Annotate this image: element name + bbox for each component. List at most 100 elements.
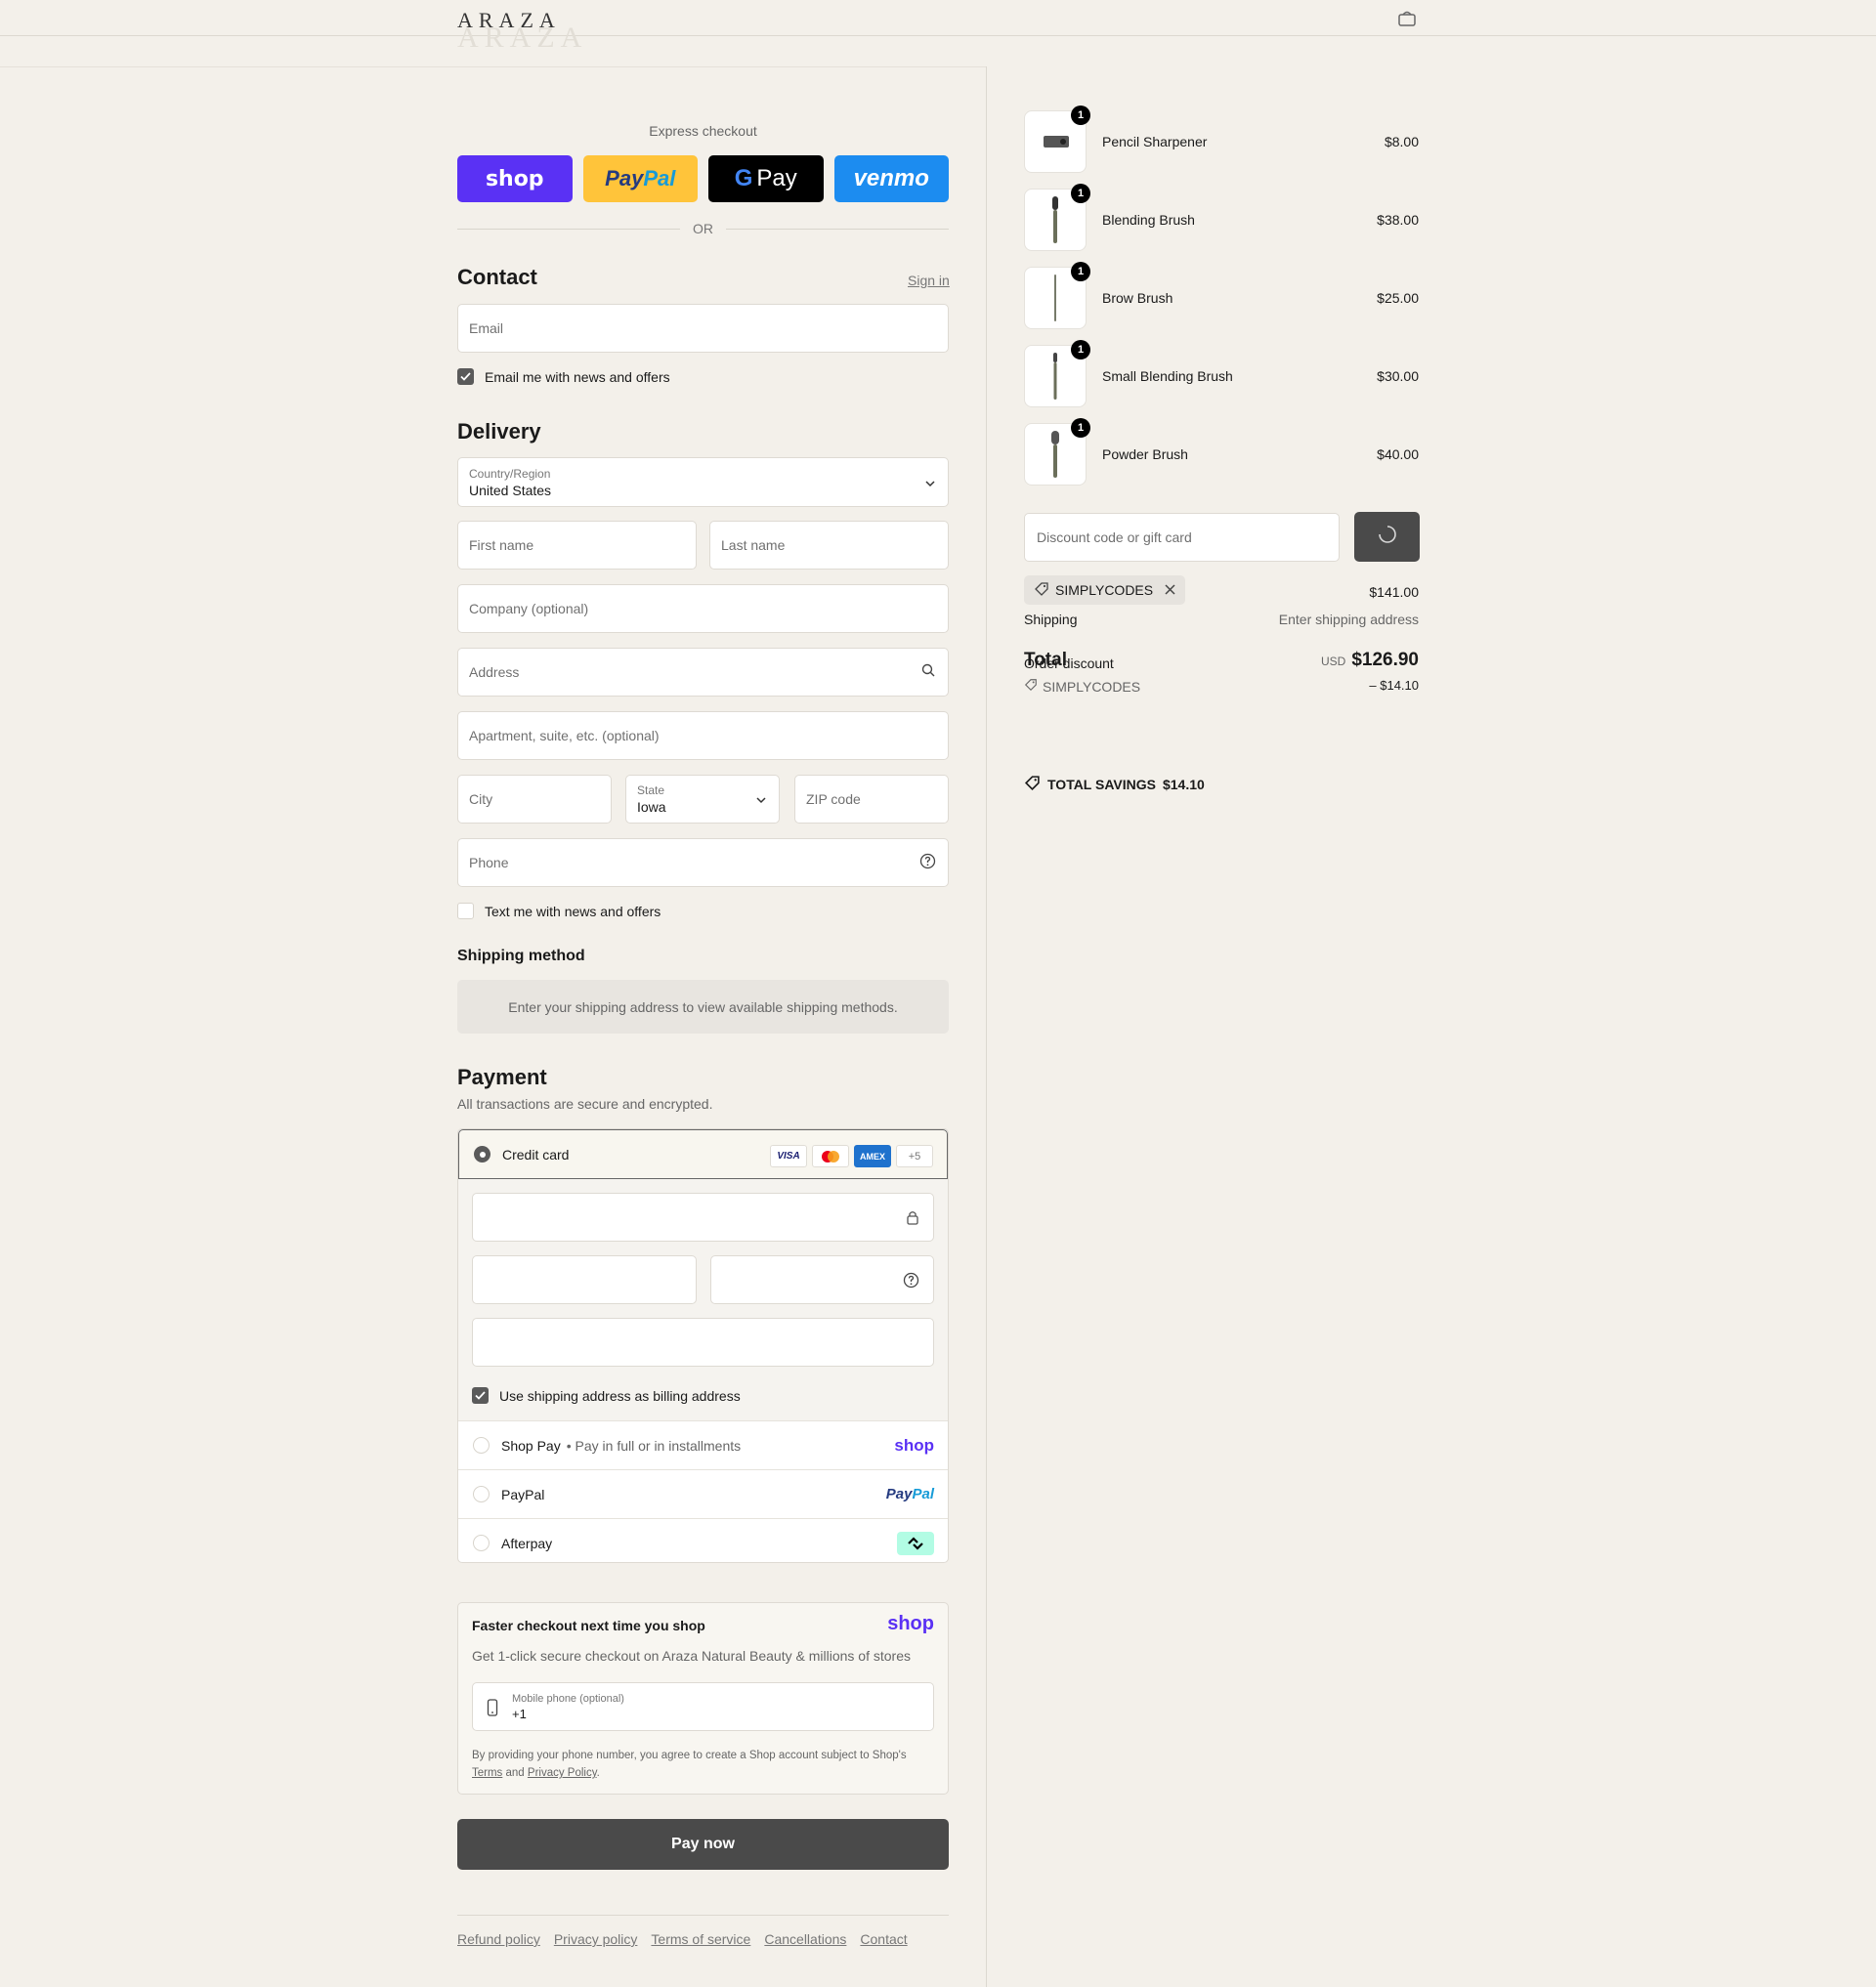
expiration-date-field[interactable] bbox=[472, 1255, 697, 1304]
email-news-checkbox-row[interactable]: Email me with news and offers bbox=[457, 368, 670, 385]
express-checkout-title: Express checkout bbox=[649, 123, 757, 139]
security-code-field[interactable] bbox=[710, 1255, 934, 1304]
shopping-bag-icon[interactable] bbox=[1397, 10, 1417, 27]
shop-promo-box: Faster checkout next time you shop shop … bbox=[457, 1602, 949, 1795]
mobile-phone-field[interactable]: Mobile phone (optional) +1 bbox=[472, 1682, 934, 1731]
pay-now-button[interactable]: Pay now bbox=[457, 1819, 949, 1870]
credit-card-radio[interactable] bbox=[474, 1146, 490, 1163]
remove-code-icon[interactable] bbox=[1165, 582, 1175, 598]
product-thumbnail: 1 bbox=[1024, 418, 1090, 486]
shipping-method-info: Enter your shipping address to view avai… bbox=[457, 980, 949, 1034]
powder-brush-image bbox=[1051, 431, 1059, 478]
email-news-checkbox[interactable] bbox=[457, 368, 474, 385]
shop-legal-text: By providing your phone number, you agre… bbox=[472, 1747, 936, 1782]
shop-logo: shop bbox=[887, 1613, 934, 1634]
discount-row: SIMPLYCODES – $14.10 bbox=[1024, 678, 1419, 695]
shop-pay-label: Shop Pay bbox=[501, 1437, 561, 1454]
store-logo[interactable]: ARAZA bbox=[457, 8, 561, 33]
company-field[interactable]: Company (optional) bbox=[457, 584, 949, 633]
mobile-phone-label: Mobile phone (optional) bbox=[512, 1692, 624, 1705]
afterpay-label: Afterpay bbox=[501, 1535, 553, 1551]
first-name-field[interactable]: First name bbox=[457, 521, 697, 570]
delivery-heading: Delivery bbox=[457, 419, 541, 444]
mastercard-icon bbox=[812, 1145, 849, 1167]
venmo-button[interactable]: venmo bbox=[833, 155, 949, 202]
afterpay-option[interactable]: Afterpay bbox=[458, 1518, 948, 1567]
contact-heading: Contact bbox=[457, 265, 537, 289]
paypal-logo-pay: Pay bbox=[605, 166, 644, 190]
shop-privacy-link[interactable]: Privacy Policy bbox=[528, 1767, 597, 1779]
last-name-placeholder: Last name bbox=[721, 537, 786, 553]
google-pay-button[interactable]: G Pay bbox=[708, 155, 824, 202]
paypal-radio[interactable] bbox=[473, 1486, 490, 1502]
mobile-phone-value: +1 bbox=[512, 1706, 527, 1721]
sign-in-link[interactable]: Sign in bbox=[908, 273, 950, 288]
paypal-logo-pal: Pal bbox=[912, 1486, 934, 1502]
help-icon[interactable] bbox=[919, 853, 936, 872]
shop-pay-button[interactable]: shop bbox=[457, 155, 573, 202]
state-select[interactable]: State Iowa bbox=[625, 775, 780, 824]
terms-of-service-link[interactable]: Terms of service bbox=[651, 1931, 750, 1947]
currency-label: USD bbox=[1320, 655, 1346, 668]
card-number-field[interactable] bbox=[472, 1193, 934, 1242]
paypal-label: PayPal bbox=[501, 1486, 545, 1502]
discount-placeholder: Discount code or gift card bbox=[1037, 529, 1192, 545]
text-news-checkbox[interactable] bbox=[457, 903, 474, 919]
credit-card-option[interactable]: Credit card VISA AMEX +5 bbox=[458, 1129, 948, 1179]
text-news-checkbox-row[interactable]: Text me with news and offers bbox=[457, 903, 661, 919]
blending-brush-image bbox=[1052, 196, 1058, 243]
credit-card-label: Credit card bbox=[502, 1146, 570, 1163]
shop-terms-link[interactable]: Terms bbox=[472, 1767, 502, 1779]
contact-link[interactable]: Contact bbox=[860, 1931, 907, 1947]
card-brand-icons: VISA AMEX +5 bbox=[770, 1145, 933, 1167]
shop-promo-desc: Get 1-click secure checkout on Araza Nat… bbox=[472, 1648, 911, 1664]
shop-legal-body: By providing your phone number, you agre… bbox=[472, 1750, 907, 1761]
quantity-badge: 1 bbox=[1071, 106, 1090, 125]
shipping-row: Shipping Enter shipping address bbox=[1024, 612, 1419, 627]
search-icon bbox=[921, 663, 936, 681]
email-field[interactable]: Email bbox=[457, 304, 949, 353]
shipping-method-heading: Shipping method bbox=[457, 948, 585, 964]
express-checkout-buttons: shop Pay Pal G Pay venmo bbox=[457, 155, 949, 202]
address-field[interactable]: Address bbox=[457, 648, 949, 697]
more-cards-badge: +5 bbox=[896, 1145, 933, 1167]
total-savings-label: TOTAL SAVINGS bbox=[1047, 777, 1156, 792]
tag-icon bbox=[1024, 678, 1038, 695]
header-divider bbox=[0, 66, 987, 67]
discount-code-input[interactable]: Discount code or gift card bbox=[1024, 513, 1340, 562]
billing-same-checkbox[interactable] bbox=[472, 1387, 489, 1404]
paypal-option[interactable]: PayPal PayPal bbox=[458, 1469, 948, 1518]
item-name: Blending Brush bbox=[1102, 212, 1195, 228]
product-thumbnail: 1 bbox=[1024, 340, 1090, 407]
zip-field[interactable]: ZIP code bbox=[794, 775, 949, 824]
text-news-label: Text me with news and offers bbox=[485, 903, 661, 919]
shop-pay-sublabel: • Pay in full or in installments bbox=[566, 1437, 742, 1454]
billing-same-checkbox-row[interactable]: Use shipping address as billing address bbox=[472, 1387, 741, 1404]
name-on-card-field[interactable] bbox=[472, 1318, 934, 1367]
cancellations-link[interactable]: Cancellations bbox=[764, 1931, 846, 1947]
apply-discount-button[interactable] bbox=[1354, 512, 1420, 562]
product-thumbnail: 1 bbox=[1024, 106, 1090, 173]
afterpay-radio[interactable] bbox=[473, 1535, 490, 1551]
apartment-field[interactable]: Apartment, suite, etc. (optional) bbox=[457, 711, 949, 760]
refund-policy-link[interactable]: Refund policy bbox=[457, 1931, 540, 1947]
total-savings-value: $14.10 bbox=[1162, 777, 1205, 792]
item-price: $25.00 bbox=[1377, 290, 1419, 306]
city-field[interactable]: City bbox=[457, 775, 612, 824]
item-name: Small Blending Brush bbox=[1102, 368, 1233, 384]
country-select[interactable]: Country/Region United States bbox=[457, 457, 949, 507]
total-savings-row: TOTAL SAVINGS $14.10 bbox=[1024, 775, 1419, 794]
shop-pay-radio[interactable] bbox=[473, 1437, 490, 1454]
shop-pay-option[interactable]: Shop Pay • Pay in full or in installment… bbox=[458, 1420, 948, 1469]
privacy-policy-link[interactable]: Privacy policy bbox=[554, 1931, 638, 1947]
paypal-button[interactable]: Pay Pal bbox=[582, 155, 698, 202]
quantity-badge: 1 bbox=[1071, 340, 1090, 359]
phone-field[interactable]: Phone bbox=[457, 838, 949, 887]
credit-card-form: Use shipping address as billing address bbox=[458, 1179, 948, 1420]
help-icon[interactable] bbox=[903, 1272, 919, 1293]
discount-code-label: SIMPLYCODES bbox=[1043, 678, 1141, 695]
product-thumbnail: 1 bbox=[1024, 262, 1090, 329]
email-news-label: Email me with news and offers bbox=[485, 368, 670, 385]
last-name-field[interactable]: Last name bbox=[709, 521, 949, 570]
shop-logo: shop bbox=[485, 166, 544, 191]
